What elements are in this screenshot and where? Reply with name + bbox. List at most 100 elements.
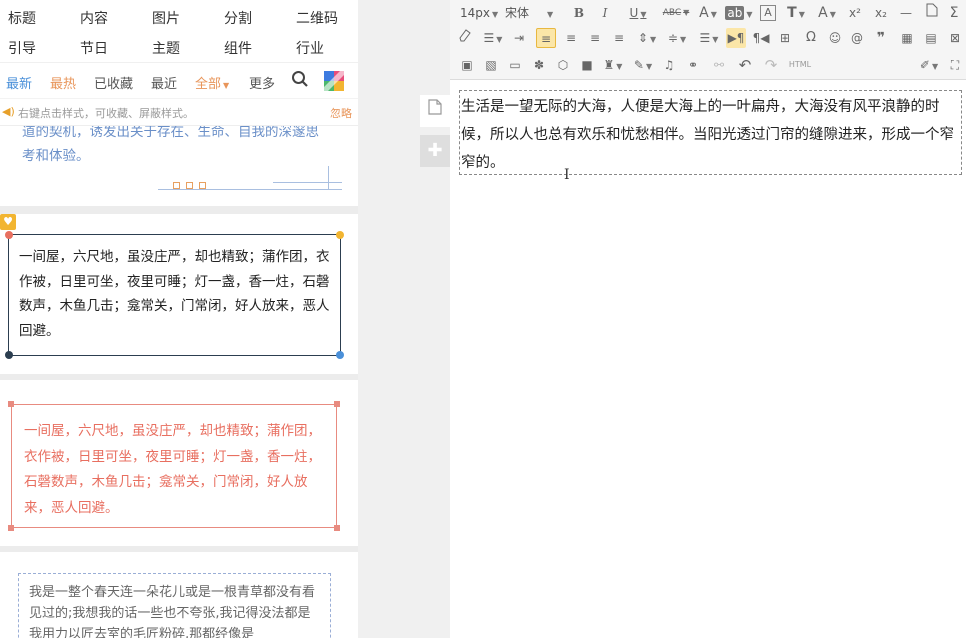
image-icon[interactable]: ▣ bbox=[458, 55, 476, 75]
caret-down-icon: ▼ bbox=[547, 10, 554, 19]
category-theme[interactable]: 主题 bbox=[152, 38, 180, 58]
align-center-icon[interactable]: ≡ bbox=[562, 28, 580, 48]
deco-square bbox=[173, 182, 180, 189]
list-icon[interactable]: ☰ ▼ bbox=[696, 28, 722, 48]
music-icon[interactable]: ♫ bbox=[660, 55, 678, 75]
badge-icon[interactable]: ⬡ bbox=[554, 55, 572, 75]
align-justify-icon[interactable]: ≡ bbox=[610, 28, 628, 48]
style-card-2-text: 一间屋，六尺地，虽没庄严，却也精致；蒲作团，衣作被，日里可坐，夜里可睡；灯一盏，… bbox=[24, 423, 321, 516]
category-festival[interactable]: 节日 bbox=[80, 38, 108, 58]
strike-label: ABC bbox=[662, 8, 682, 18]
filter-newest[interactable]: 最新 bbox=[6, 73, 32, 92]
text-size-label: A bbox=[818, 5, 828, 21]
style-card-3-box: 我是一整个春天连一朵花儿或是一根青草都没有看见过的;我想我的话一些也不夸张,我记… bbox=[18, 573, 331, 638]
font-family-select[interactable]: 宋体 ▼ bbox=[505, 3, 563, 23]
paragraph-spacing-icon[interactable]: ⇕ ▼ bbox=[634, 28, 660, 48]
category-guide[interactable]: 引导 bbox=[8, 38, 36, 58]
style-card-1-text: 一间屋，六尺地，虽没庄严，却也精致；蒲作团，衣作被，日里可坐，夜里可睡；灯一盏，… bbox=[19, 249, 330, 339]
toolbar-row-2: ☰ ▼ ⇥ ≡ ≡ ≡ ≡ ⇕ ▼ ≑ ▼ ☰ ▼ ▶¶ ¶◀ ⊞ Ω ☺ @ ❞ ▦ … bbox=[450, 25, 966, 51]
style-card-2-box: 一间屋，六尺地，虽没庄严，却也精致；蒲作团，衣作被，日里可坐，夜里可睡；灯一盏，… bbox=[8, 401, 340, 531]
indent-icon[interactable]: ⇥ bbox=[510, 28, 528, 48]
style-card-3-text: 我是一整个春天连一朵花儿或是一根青草都没有看见过的;我想我的话一些也不夸张,我记… bbox=[29, 585, 316, 638]
fullscreen-icon[interactable]: ⛶ bbox=[946, 55, 964, 75]
category-image[interactable]: 图片 bbox=[152, 8, 180, 28]
html-source-button[interactable]: HTML bbox=[786, 55, 814, 75]
quote-icon[interactable]: ❞ bbox=[872, 28, 890, 48]
superscript-button[interactable]: x² bbox=[846, 3, 864, 23]
link-icon[interactable]: ⚭ bbox=[684, 55, 702, 75]
editor-text: 生活是一望无际的大海，人便是大海上的一叶扁舟，大海没有风平浪静的时候，所以人也总… bbox=[461, 99, 954, 171]
filter-all-label: 全部 bbox=[195, 77, 222, 92]
heart-icon[interactable]: ♥ bbox=[0, 214, 16, 230]
filter-hot[interactable]: 最热 bbox=[50, 73, 76, 92]
magic-wand-icon[interactable]: ✎ ▼ bbox=[630, 55, 656, 75]
strike-button[interactable]: ABC ▼ bbox=[660, 3, 692, 23]
align-right-icon[interactable]: ≡ bbox=[586, 28, 604, 48]
ltr-direction-icon[interactable]: ▶¶ bbox=[726, 28, 746, 48]
caret-down-icon: ▼ bbox=[798, 10, 805, 19]
text-style-button[interactable]: T ▼ bbox=[784, 3, 808, 23]
subscript-button[interactable]: x₂ bbox=[872, 3, 890, 23]
underline-button[interactable]: U ▼ bbox=[626, 3, 650, 23]
redo-icon[interactable]: ↷ bbox=[762, 55, 780, 75]
document-icon[interactable] bbox=[420, 95, 450, 127]
category-divider[interactable]: 分割 bbox=[224, 8, 252, 28]
row-spacing-icon[interactable]: ≑ ▼ bbox=[664, 28, 690, 48]
special-char-button[interactable]: Ω bbox=[802, 28, 820, 48]
line-height-icon[interactable]: ☰ ▼ bbox=[480, 28, 506, 48]
image-gallery-icon[interactable]: ▧ bbox=[482, 55, 500, 75]
bold-button[interactable]: B bbox=[570, 3, 588, 23]
font-color-button[interactable]: A ▼ bbox=[696, 3, 720, 23]
font-size-value: 14px bbox=[460, 6, 490, 20]
corner-dot bbox=[5, 351, 13, 359]
text-cursor-icon: I bbox=[564, 167, 570, 183]
table-icon[interactable]: ▦ bbox=[898, 28, 916, 48]
formula-icon[interactable]: ⊠ bbox=[946, 28, 964, 48]
font-size-select[interactable]: 14px ▼ bbox=[460, 3, 500, 23]
filter-all[interactable]: 全部 ▼ bbox=[195, 73, 229, 92]
clear-format-button[interactable]: A bbox=[760, 5, 776, 21]
caret-down-icon: ▼ bbox=[649, 35, 657, 44]
style-card-0-text: 道的契机，诱发出关于存在、生命、自我的深邃思考和体验。 bbox=[22, 124, 319, 164]
format-brush-icon[interactable]: ⊞ bbox=[776, 28, 794, 48]
category-component[interactable]: 组件 bbox=[224, 38, 252, 58]
video-icon[interactable]: ■ bbox=[578, 55, 596, 75]
filter-favorited[interactable]: 已收藏 bbox=[94, 73, 133, 92]
stamp-icon[interactable]: ♜ ▼ bbox=[600, 55, 626, 75]
unlink-icon[interactable]: ⚯ bbox=[710, 55, 728, 75]
category-content[interactable]: 内容 bbox=[80, 8, 108, 28]
style-card-3[interactable]: 我是一整个春天连一朵花儿或是一根青草都没有看见过的;我想我的话一些也不夸张,我记… bbox=[0, 552, 358, 638]
frame-icon[interactable]: ▭ bbox=[506, 55, 524, 75]
edit-icon[interactable]: ✐ ▼ bbox=[916, 55, 942, 75]
rtl-direction-icon[interactable]: ¶◀ bbox=[752, 28, 770, 48]
category-industry[interactable]: 行业 bbox=[296, 38, 324, 58]
add-icon[interactable]: ✚ bbox=[420, 135, 450, 167]
font-family-value: 宋体 bbox=[505, 6, 530, 20]
caret-down-icon: ▼ bbox=[829, 10, 836, 19]
sum-icon[interactable]: Σ bbox=[946, 3, 962, 23]
template-icon[interactable]: ▤ bbox=[922, 28, 940, 48]
at-icon[interactable]: @ bbox=[848, 28, 866, 48]
corner-dot bbox=[5, 231, 13, 239]
color-palette-icon[interactable] bbox=[324, 71, 344, 95]
filter-recent[interactable]: 最近 bbox=[151, 73, 177, 92]
ignore-button[interactable]: 忽略 bbox=[330, 105, 352, 121]
align-left-icon[interactable]: ≡ bbox=[536, 28, 556, 48]
horizontal-rule-icon[interactable]: — bbox=[898, 3, 914, 23]
eraser-icon[interactable] bbox=[456, 28, 474, 48]
editor-content[interactable]: 生活是一望无际的大海，人便是大海上的一叶扁舟，大海没有风平浪静的时候，所以人也总… bbox=[459, 90, 962, 183]
bg-color-button[interactable]: ab ▼ bbox=[724, 3, 754, 23]
text-size-button[interactable]: A ▼ bbox=[814, 3, 840, 23]
category-qrcode[interactable]: 二维码 bbox=[296, 8, 338, 28]
new-document-icon[interactable] bbox=[924, 3, 940, 23]
speaker-icon: ◀) bbox=[2, 105, 15, 118]
style-card-1[interactable]: ♥ 一间屋，六尺地，虽没庄严，却也精致；蒲作团，衣作被，日里可坐，夜里可睡；灯一… bbox=[0, 214, 358, 374]
emoji-icon[interactable]: ☺ bbox=[826, 28, 844, 48]
style-card-2[interactable]: 一间屋，六尺地，虽没庄严，却也精致；蒲作团，衣作被，日里可坐，夜里可睡；灯一盏，… bbox=[0, 380, 358, 546]
search-icon[interactable] bbox=[291, 70, 309, 92]
filter-more[interactable]: 更多 bbox=[249, 73, 275, 92]
category-title[interactable]: 标题 bbox=[8, 8, 36, 28]
undo-icon[interactable]: ↶ bbox=[736, 55, 754, 75]
palette-icon[interactable]: ✽ bbox=[530, 55, 548, 75]
italic-button[interactable]: I bbox=[596, 3, 614, 23]
